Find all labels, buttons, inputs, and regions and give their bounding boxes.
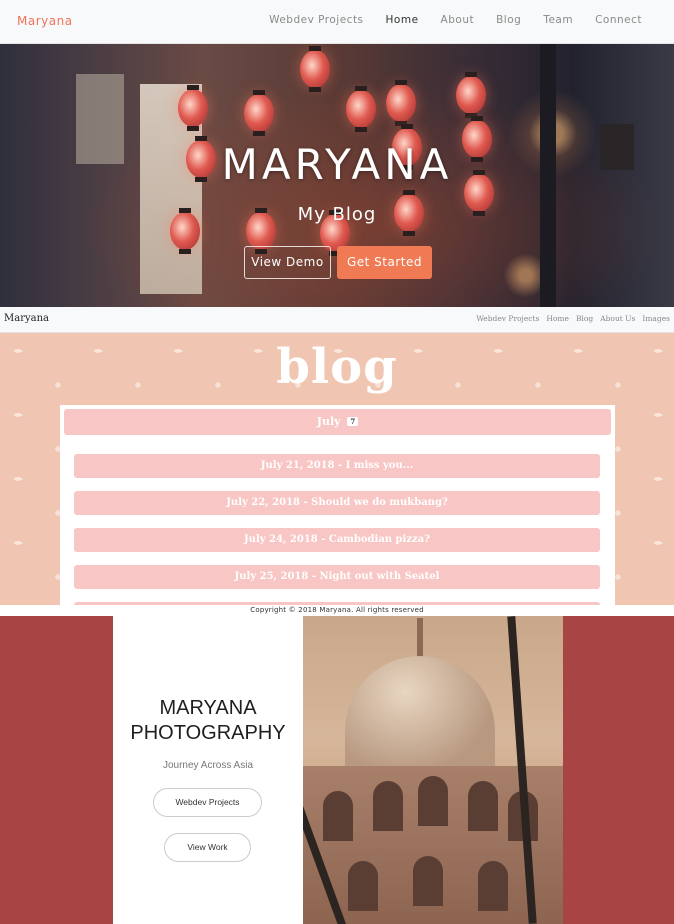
photography-tagline: Journey Across Asia <box>162 760 254 771</box>
blog-nav-links: Webdev Projects Home Blog About Us Image… <box>469 314 670 323</box>
blog-brand[interactable]: Maryana <box>4 313 49 324</box>
hero-subtitle: My Blog <box>297 204 377 225</box>
lantern-decoration <box>300 46 330 92</box>
arch-decoration <box>348 861 378 911</box>
lantern-decoration <box>244 90 274 136</box>
month-header[interactable]: July 7 <box>64 409 611 435</box>
lantern-decoration <box>346 86 376 132</box>
photography-section: MARYANA PHOTOGRAPHY Journey Across Asia … <box>0 616 674 924</box>
blog-post-link[interactable]: July 25, 2018 - Night out with Seatel <box>74 565 600 589</box>
hero-banner: MARYANA My Blog View Demo Get Started <box>0 44 674 307</box>
blog-post-link[interactable]: July 24, 2018 - Cambodian pizza? <box>74 528 600 552</box>
blog-nav-home[interactable]: Home <box>546 314 569 323</box>
get-started-button[interactable]: Get Started <box>337 246 432 279</box>
hero-navbar: Maryana Webdev Projects Home About Blog … <box>0 0 674 44</box>
photography-title-line2: PHOTOGRAPHY <box>130 722 286 744</box>
dome-decoration <box>345 656 495 776</box>
webdev-projects-button[interactable]: Webdev Projects <box>153 788 262 817</box>
photography-title: MARYANA PHOTOGRAPHY <box>113 696 303 746</box>
arch-decoration <box>323 791 353 841</box>
blog-nav-blog[interactable]: Blog <box>576 314 593 323</box>
nav-link-blog[interactable]: Blog <box>496 14 521 26</box>
month-label: July <box>316 415 341 428</box>
arch-decoration <box>373 781 403 831</box>
lantern-decoration <box>178 85 208 131</box>
spire-decoration <box>417 618 423 658</box>
blog-nav-images[interactable]: Images <box>642 314 670 323</box>
lantern-decoration <box>456 72 486 118</box>
arch-decoration <box>468 781 498 831</box>
hero-nav-links: Webdev Projects Home About Blog Team Con… <box>247 14 642 26</box>
blog-navbar: Maryana Webdev Projects Home Blog About … <box>0 307 674 333</box>
brand-logo[interactable]: Maryana <box>17 14 73 28</box>
hero-title: MARYANA <box>221 140 453 189</box>
lantern-decoration <box>386 80 416 126</box>
blog-section: blog July 7 July 21, 2018 - I miss you..… <box>0 333 674 605</box>
blog-footer: Copyright © 2018 Maryana. All rights res… <box>0 605 674 616</box>
nav-link-team[interactable]: Team <box>543 14 573 26</box>
view-work-button[interactable]: View Work <box>164 833 251 862</box>
photography-card: MARYANA PHOTOGRAPHY Journey Across Asia … <box>113 616 303 924</box>
nav-link-webdev-projects[interactable]: Webdev Projects <box>269 14 363 26</box>
blog-post-link[interactable]: July 22, 2018 - Should we do mukbang? <box>74 491 600 515</box>
taj-mahal-photo <box>303 616 563 924</box>
post-count-badge: 7 <box>347 417 359 426</box>
blog-nav-webdev-projects[interactable]: Webdev Projects <box>476 314 539 323</box>
photography-title-line1: MARYANA <box>159 697 257 719</box>
nav-link-home[interactable]: Home <box>386 14 419 26</box>
arch-decoration <box>418 776 448 826</box>
blog-post-link[interactable]: July 21, 2018 - I miss you... <box>74 454 600 478</box>
nav-link-connect[interactable]: Connect <box>595 14 642 26</box>
arch-decoration <box>478 861 508 911</box>
view-demo-button[interactable]: View Demo <box>244 246 331 279</box>
arch-decoration <box>413 856 443 906</box>
blog-nav-about-us[interactable]: About Us <box>600 314 635 323</box>
blog-archive-panel: July 7 July 21, 2018 - I miss you... Jul… <box>60 405 615 605</box>
nav-link-about[interactable]: About <box>441 14 475 26</box>
blog-title: blog <box>276 339 398 395</box>
